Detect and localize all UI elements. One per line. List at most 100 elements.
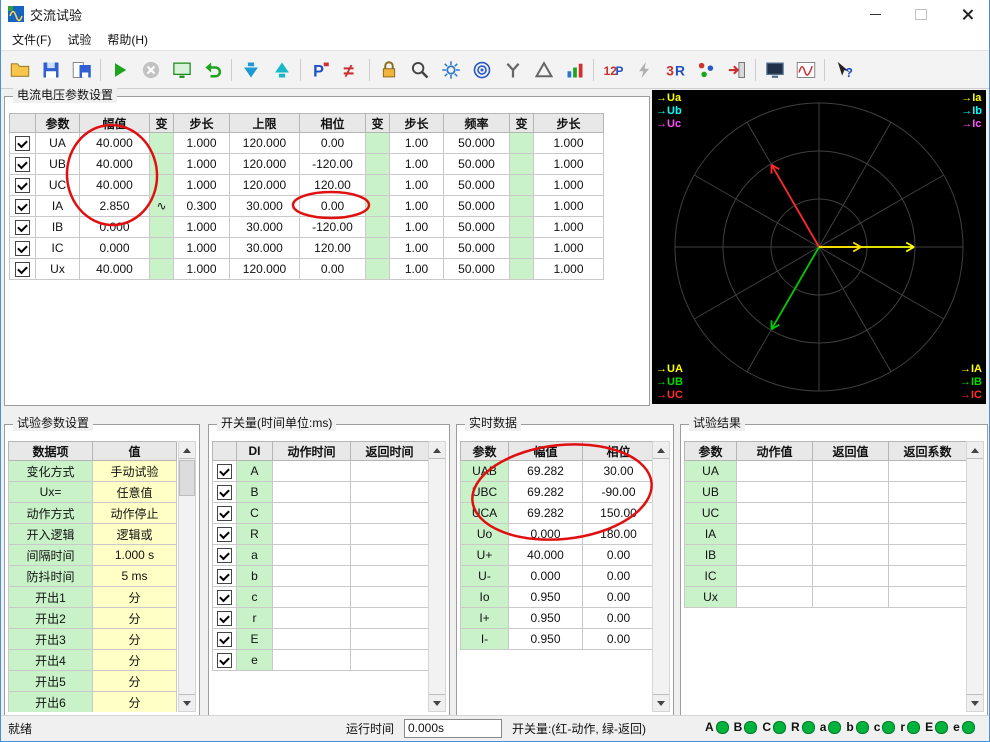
data-item-cell[interactable]: 开出3: [8, 628, 93, 650]
vary-phase-cell[interactable]: [365, 132, 390, 154]
checkbox[interactable]: [217, 463, 232, 479]
phase-step-cell[interactable]: 1.00: [389, 237, 444, 259]
minimize-button[interactable]: [852, 0, 898, 28]
freq-step-cell[interactable]: 1.000: [533, 195, 604, 217]
checkbox[interactable]: [217, 610, 232, 626]
frequency-cell[interactable]: 50.000: [443, 195, 510, 217]
phase-cell[interactable]: 0.00: [299, 132, 366, 154]
checkbox[interactable]: [15, 156, 30, 172]
monitor-button[interactable]: [759, 55, 790, 85]
phase-step-cell[interactable]: 1.00: [389, 174, 444, 196]
upper-limit-cell[interactable]: 120.000: [229, 153, 300, 175]
phase-cell[interactable]: -120.00: [299, 216, 366, 238]
pause-p-button[interactable]: P: [304, 55, 335, 85]
freq-step-cell[interactable]: 1.000: [533, 132, 604, 154]
frequency-cell[interactable]: 50.000: [443, 153, 510, 175]
freq-step-cell[interactable]: 1.000: [533, 258, 604, 280]
amplitude-cell[interactable]: 2.850: [79, 195, 150, 217]
vary-phase-cell[interactable]: [365, 216, 390, 238]
upper-limit-cell[interactable]: 120.000: [229, 174, 300, 196]
upper-limit-cell[interactable]: 120.000: [229, 132, 300, 154]
checkbox[interactable]: [217, 547, 232, 563]
waveform-button[interactable]: [790, 55, 821, 85]
value-cell[interactable]: 逻辑或: [92, 523, 177, 545]
amplitude-cell[interactable]: 40.000: [79, 258, 150, 280]
amp-step-cell[interactable]: 1.000: [173, 237, 230, 259]
checkbox[interactable]: [217, 589, 232, 605]
phase-step-cell[interactable]: 1.00: [389, 153, 444, 175]
di-name-cell[interactable]: C: [236, 502, 273, 524]
vertical-scrollbar[interactable]: [966, 441, 984, 712]
vary-freq-cell[interactable]: [509, 195, 534, 217]
display-button[interactable]: [166, 55, 197, 85]
vary-amp-cell[interactable]: [149, 216, 174, 238]
amp-step-cell[interactable]: 0.300: [173, 195, 230, 217]
scroll-down-button[interactable]: [653, 694, 669, 711]
value-cell[interactable]: 分: [92, 628, 177, 650]
vertical-scrollbar[interactable]: [428, 441, 446, 712]
param-name-cell[interactable]: UA: [35, 132, 80, 154]
param-name-cell[interactable]: Ux: [35, 258, 80, 280]
phase-step-cell[interactable]: 1.00: [389, 216, 444, 238]
di-name-cell[interactable]: c: [236, 586, 273, 608]
zoom-button[interactable]: [404, 55, 435, 85]
harmonic-12p-button[interactable]: 12 P: [597, 55, 628, 85]
scroll-up-button[interactable]: [429, 442, 445, 459]
amplitude-cell[interactable]: 0.000: [79, 216, 150, 238]
freq-step-cell[interactable]: 1.000: [533, 153, 604, 175]
vary-freq-cell[interactable]: [509, 132, 534, 154]
vary-amp-cell[interactable]: [149, 174, 174, 196]
freq-step-cell[interactable]: 1.000: [533, 216, 604, 238]
value-cell[interactable]: 分: [92, 670, 177, 692]
scroll-up-button[interactable]: [653, 442, 669, 459]
phase-cell[interactable]: 0.00: [299, 258, 366, 280]
checkbox[interactable]: [217, 526, 232, 542]
not-equal-button[interactable]: ≠: [335, 55, 366, 85]
scroll-down-button[interactable]: [967, 694, 983, 711]
vary-amp-cell[interactable]: [149, 132, 174, 154]
param-name-cell[interactable]: IA: [35, 195, 80, 217]
vary-freq-cell[interactable]: [509, 237, 534, 259]
checkbox[interactable]: [217, 631, 232, 647]
data-item-cell[interactable]: 开入逻辑: [8, 523, 93, 545]
value-cell[interactable]: 分: [92, 607, 177, 629]
di-name-cell[interactable]: b: [236, 565, 273, 587]
vertical-scrollbar[interactable]: [652, 441, 670, 712]
di-name-cell[interactable]: B: [236, 481, 273, 503]
context-help-button[interactable]: ?: [828, 55, 859, 85]
vary-amp-cell[interactable]: [149, 258, 174, 280]
frequency-cell[interactable]: 50.000: [443, 216, 510, 238]
menu-help[interactable]: 帮助(H): [99, 29, 156, 50]
checkbox[interactable]: [15, 177, 30, 193]
exit-button[interactable]: [721, 55, 752, 85]
phase-step-cell[interactable]: 1.00: [389, 132, 444, 154]
save-button[interactable]: [35, 55, 66, 85]
move-up-button[interactable]: [266, 55, 297, 85]
param-name-cell[interactable]: UC: [35, 174, 80, 196]
vary-phase-cell[interactable]: [365, 237, 390, 259]
move-down-button[interactable]: [235, 55, 266, 85]
close-button[interactable]: [944, 0, 990, 28]
menu-test[interactable]: 试验: [59, 29, 99, 50]
data-item-cell[interactable]: 开出1: [8, 586, 93, 608]
vary-freq-cell[interactable]: [509, 153, 534, 175]
fault-button[interactable]: [628, 55, 659, 85]
vary-freq-cell[interactable]: [509, 174, 534, 196]
data-item-cell[interactable]: 开出2: [8, 607, 93, 629]
value-cell[interactable]: 任意值: [92, 481, 177, 503]
amplitude-cell[interactable]: 0.000: [79, 237, 150, 259]
value-cell[interactable]: 分: [92, 649, 177, 671]
data-item-cell[interactable]: 动作方式: [8, 502, 93, 524]
phase-cell[interactable]: 0.00: [299, 195, 366, 217]
phase-dots-button[interactable]: [690, 55, 721, 85]
stop-button[interactable]: [135, 55, 166, 85]
phase-cell[interactable]: 120.00: [299, 174, 366, 196]
data-item-cell[interactable]: 开出6: [8, 691, 93, 712]
param-name-cell[interactable]: UB: [35, 153, 80, 175]
checkbox[interactable]: [15, 135, 30, 151]
checkbox[interactable]: [217, 505, 232, 521]
param-name-cell[interactable]: IC: [35, 237, 80, 259]
amplitude-cell[interactable]: 40.000: [79, 132, 150, 154]
scroll-thumb[interactable]: [179, 460, 195, 496]
phase-cell[interactable]: -120.00: [299, 153, 366, 175]
